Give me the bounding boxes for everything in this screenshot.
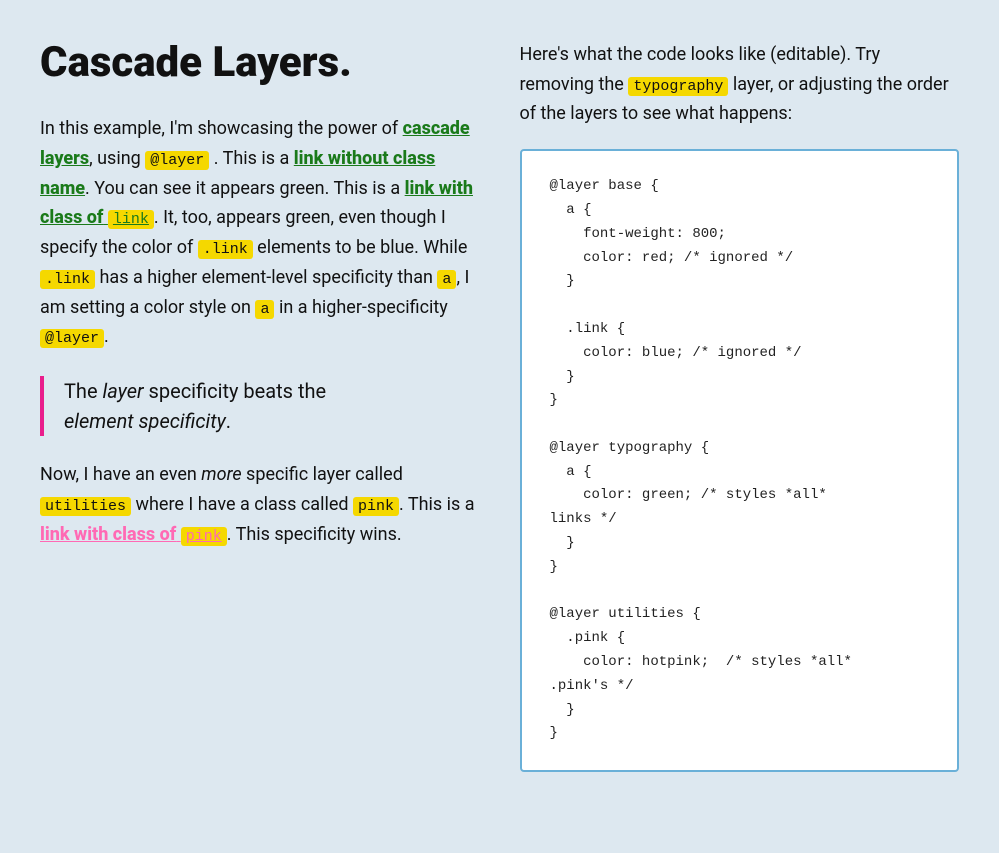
para1-plain3: . This is a <box>214 148 290 169</box>
para1-plain7: has a higher element-level specificity t… <box>99 267 432 288</box>
at-layer-code-1: @layer <box>145 151 209 170</box>
blockquote-text: The layer specificity beats the element … <box>64 376 480 436</box>
blockquote: The layer specificity beats the element … <box>40 376 480 436</box>
more-em: more <box>201 464 241 485</box>
dot-link-code-1: .link <box>198 240 253 259</box>
para1-plain1: In this example, I'm showcasing the powe… <box>40 118 398 139</box>
right-intro: Here's what the code looks like (editabl… <box>520 40 960 129</box>
at-layer-code-2: @layer <box>40 329 104 348</box>
para1-plain6: elements to be blue. While <box>257 237 467 258</box>
para1-plain4: . You can see it appears green. This is … <box>85 178 400 199</box>
pink-highlight-inline: pink <box>181 527 227 546</box>
a-code-1: a <box>437 270 456 289</box>
para1-plain9: in a higher-specificity <box>279 297 448 318</box>
para1-plain2: , using <box>89 148 141 169</box>
pink-code-1: pink <box>353 497 399 516</box>
code-editor[interactable]: @layer base { a { font-weight: 800; colo… <box>520 149 960 772</box>
paragraph-1: In this example, I'm showcasing the powe… <box>40 114 480 352</box>
utilities-code: utilities <box>40 497 131 516</box>
link-with-class-pink-link[interactable]: link with class of pink <box>40 524 227 545</box>
paragraph-2: Now, I have an even more specific layer … <box>40 460 480 549</box>
page-heading: Cascade Layers. <box>40 40 480 86</box>
typography-highlight: typography <box>628 77 728 96</box>
a-code-2: a <box>255 300 274 319</box>
body-text: In this example, I'm showcasing the powe… <box>40 114 480 549</box>
right-column: Here's what the code looks like (editabl… <box>520 40 960 772</box>
page-layout: Cascade Layers. In this example, I'm sho… <box>40 40 959 772</box>
link-class-highlight-1: link <box>108 210 154 229</box>
dot-link-code-2: .link <box>40 270 95 289</box>
para1-plain10: . <box>104 326 109 347</box>
left-column: Cascade Layers. In this example, I'm sho… <box>40 40 480 772</box>
